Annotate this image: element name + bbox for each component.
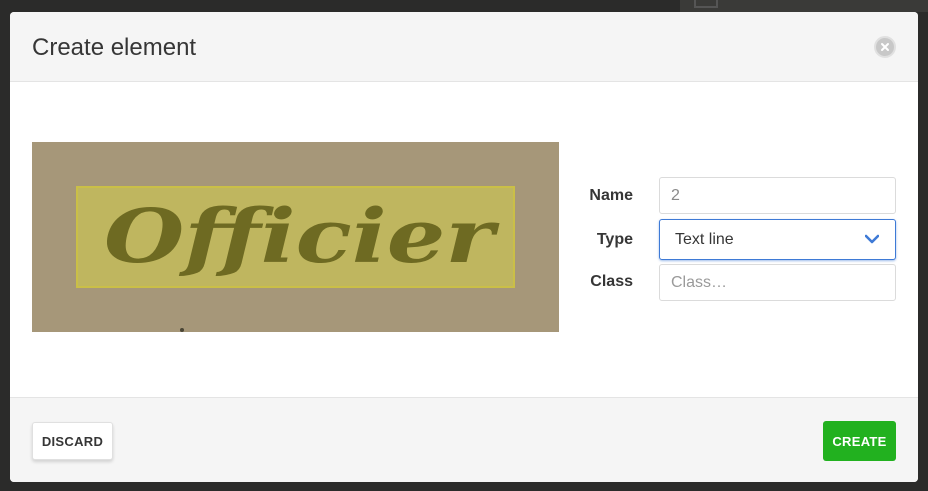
element-image-preview: Officier xyxy=(32,142,559,332)
create-button[interactable]: CREATE xyxy=(823,421,896,461)
discard-button[interactable]: DISCARD xyxy=(32,422,113,460)
type-select-value: Text line xyxy=(675,231,734,248)
name-field[interactable]: 2 xyxy=(659,177,896,214)
handwritten-word: Officier xyxy=(104,194,500,280)
modal-title: Create element xyxy=(32,34,197,61)
class-label: Class xyxy=(590,273,633,290)
close-icon[interactable] xyxy=(874,36,896,58)
name-label: Name xyxy=(589,187,633,204)
modal-header: Create element xyxy=(10,12,918,82)
background-checkbox xyxy=(694,0,718,8)
create-element-modal: Create element Officier Name 2 Type Text… xyxy=(10,12,918,482)
chevron-down-icon xyxy=(865,234,879,244)
type-label: Type xyxy=(596,231,633,248)
modal-footer: DISCARD CREATE xyxy=(10,397,918,482)
class-input[interactable]: Class… xyxy=(659,264,896,301)
type-select[interactable]: Text line xyxy=(659,219,896,260)
